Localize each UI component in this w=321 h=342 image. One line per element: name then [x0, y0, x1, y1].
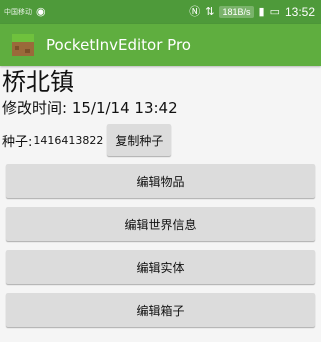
copy-seed-button[interactable]: 复制种子	[107, 124, 172, 156]
carrier-label: 中国移动	[4, 9, 32, 16]
app-title: PocketInvEditor Pro	[46, 36, 191, 54]
seed-label: 种子:	[2, 134, 33, 150]
edit-world-info-button[interactable]: 编辑世界信息	[6, 207, 315, 241]
seed-row: 种子: 1416413822 复制种子	[2, 124, 172, 156]
app-bar: PocketInvEditor Pro	[0, 24, 321, 66]
edit-entities-button[interactable]: 编辑实体	[6, 250, 315, 284]
battery-icon: ▭	[269, 5, 280, 18]
edit-items-button[interactable]: 编辑物品	[6, 164, 315, 198]
seed-value: 1416413822	[33, 133, 104, 147]
edit-menu: 编辑物品 编辑世界信息 编辑实体 编辑箱子	[6, 164, 315, 336]
status-bar: 中国移动 ◉ Ⓝ ⇅ 181B/s ▮ ▭ 13:52	[0, 0, 321, 24]
clock: 13:52	[284, 5, 315, 19]
nfc-icon: Ⓝ	[189, 5, 201, 18]
edit-chests-button[interactable]: 编辑箱子	[6, 293, 315, 327]
notification-icon: ◉	[36, 5, 46, 18]
world-name: 桥北镇	[2, 68, 74, 96]
modified-time: 修改时间: 15/1/14 13:42	[2, 99, 178, 117]
signal-icon: ▮	[258, 5, 265, 18]
data-arrows-icon: ⇅	[205, 5, 215, 18]
net-speed: 181B/s	[219, 6, 254, 18]
grass-block-icon	[12, 34, 34, 56]
